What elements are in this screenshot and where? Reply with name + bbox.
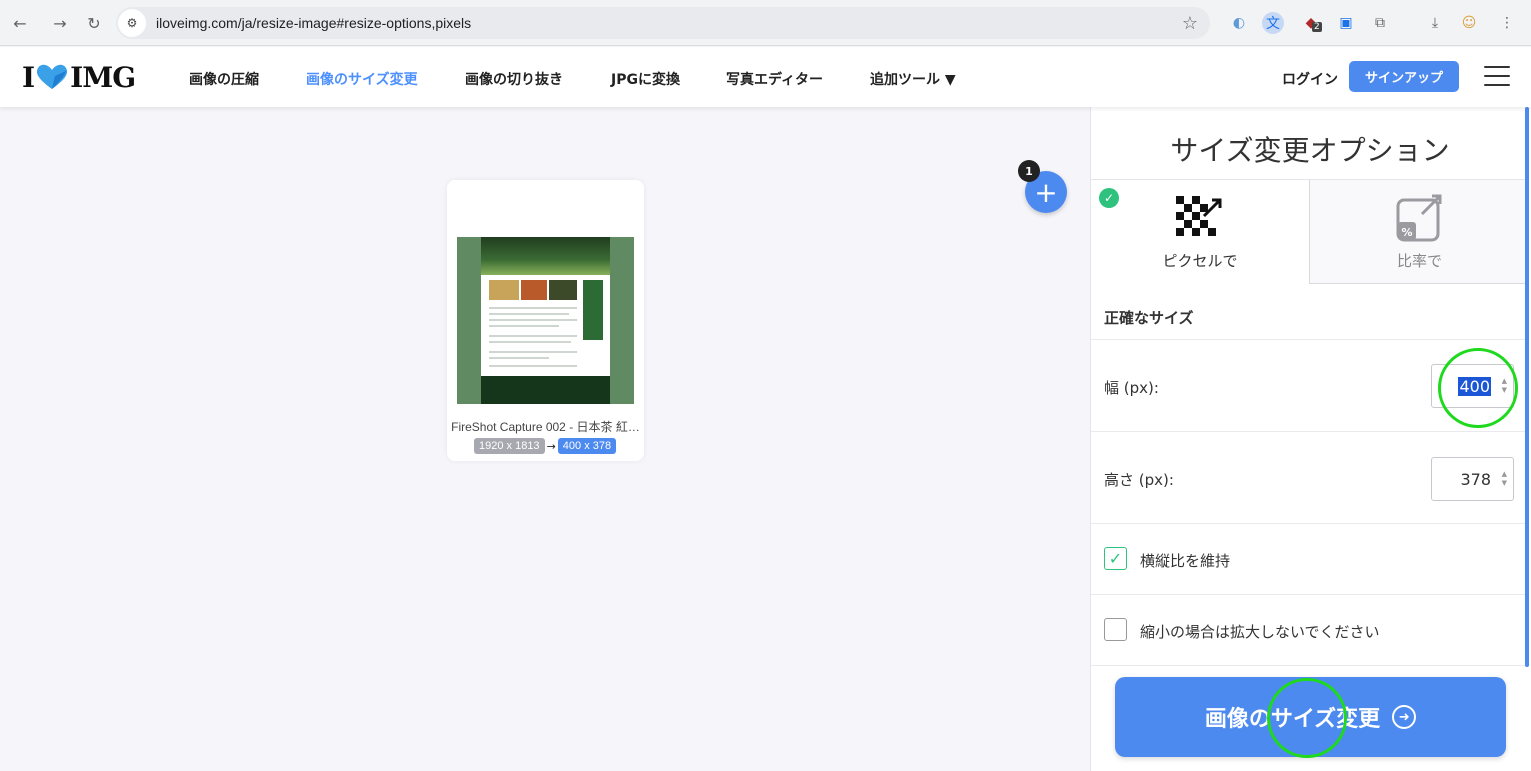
nav-more-tools[interactable]: 追加ツール ▼ bbox=[870, 69, 956, 89]
resize-submit-button[interactable]: 画像のサイズ変更 ➜ bbox=[1115, 677, 1506, 757]
original-size-badge: 1920 x 1813 bbox=[474, 438, 545, 454]
mode-pixels-label: ピクセルで bbox=[1162, 252, 1238, 270]
arrow-circle-right-icon: ➜ bbox=[1392, 705, 1417, 729]
arrow-right-icon: → bbox=[546, 439, 556, 453]
file-name: FireShot Capture 002 - 日本茶 紅… bbox=[451, 420, 640, 434]
nav-compress[interactable]: 画像の圧縮 bbox=[189, 69, 259, 89]
address-bar[interactable]: ⚙ iloveimg.com/ja/resize-image#resize-op… bbox=[116, 7, 1210, 39]
url-text: iloveimg.com/ja/resize-image#resize-opti… bbox=[156, 15, 472, 31]
panel-scrollbar[interactable] bbox=[1525, 107, 1529, 667]
resize-mode-tabs: ✓ ピクセルで % 比率で bbox=[1091, 179, 1529, 284]
file-thumbnail bbox=[457, 237, 634, 404]
keep-ratio-label: 横縦比を維持 bbox=[1140, 552, 1231, 570]
nav-crop[interactable]: 画像の切り抜き bbox=[465, 69, 563, 89]
height-value: 378 bbox=[1460, 469, 1491, 489]
signup-button[interactable]: サインアップ bbox=[1349, 61, 1459, 92]
site-settings-icon[interactable]: ⚙ bbox=[118, 9, 146, 37]
browser-toolbar: ← → ↻ ⚙ iloveimg.com/ja/resize-image#res… bbox=[0, 0, 1531, 46]
resize-submit-label: 画像のサイズ変更 bbox=[1204, 707, 1381, 732]
height-stepper-icon[interactable]: ▲ ▼ bbox=[1502, 470, 1507, 488]
site-logo[interactable]: I IMG bbox=[22, 60, 136, 94]
download-icon[interactable]: ⤓ bbox=[1424, 12, 1446, 34]
forward-icon[interactable]: → bbox=[50, 13, 70, 33]
translate-extension-icon[interactable]: 文 bbox=[1262, 12, 1284, 34]
nav-resize[interactable]: 画像のサイズ変更 bbox=[306, 69, 418, 89]
profile-avatar-icon[interactable]: ☺ bbox=[1458, 12, 1480, 34]
logo-text: IMG bbox=[70, 60, 136, 94]
bookmark-star-icon[interactable]: ☆ bbox=[1182, 13, 1198, 34]
percent-resize-icon: % bbox=[1396, 194, 1441, 242]
extensions-puzzle-icon[interactable]: ⧉ bbox=[1369, 12, 1391, 34]
extension-icon-3[interactable]: ◆ 2 bbox=[1300, 12, 1322, 34]
width-stepper-icon[interactable]: ▲ ▼ bbox=[1502, 377, 1507, 395]
mode-percent-label: 比率で bbox=[1396, 252, 1442, 270]
file-workspace: FireShot Capture 002 - 日本茶 紅… 1920 x 181… bbox=[0, 107, 1090, 771]
mode-pixels-tab[interactable]: ✓ ピクセルで bbox=[1091, 180, 1309, 284]
file-card[interactable]: FireShot Capture 002 - 日本茶 紅… 1920 x 181… bbox=[447, 180, 644, 461]
panel-title: サイズ変更オプション bbox=[1170, 134, 1450, 167]
exact-size-heading: 正確なサイズ bbox=[1091, 283, 1529, 340]
mode-percent-tab[interactable]: % 比率で bbox=[1309, 180, 1529, 284]
site-header: I IMG 画像の圧縮 画像のサイズ変更 画像の切り抜き JPGに変換 写真エデ… bbox=[0, 47, 1531, 107]
height-row: 高さ (px): 378 ▲ ▼ bbox=[1091, 432, 1529, 524]
reload-icon[interactable]: ↻ bbox=[84, 13, 104, 33]
hamburger-menu-icon[interactable] bbox=[1484, 66, 1510, 86]
height-input[interactable]: 378 ▲ ▼ bbox=[1431, 457, 1514, 501]
heart-logo-icon bbox=[37, 64, 68, 89]
selected-check-icon: ✓ bbox=[1099, 188, 1119, 208]
width-input[interactable]: 400 ▲ ▼ bbox=[1431, 364, 1514, 408]
file-count-badge: 1 bbox=[1018, 160, 1040, 182]
logo-letter: I bbox=[22, 60, 35, 94]
no-enlarge-label: 縮小の場合は拡大しないでください bbox=[1140, 623, 1380, 641]
nav-convert-jpg[interactable]: JPGに変換 bbox=[611, 69, 680, 89]
keep-ratio-row: ✓ 横縦比を維持 bbox=[1091, 524, 1529, 595]
section-title: 正確なサイズ bbox=[1104, 309, 1194, 327]
nav-photo-editor[interactable]: 写真エディター bbox=[726, 69, 823, 89]
more-menu-icon[interactable]: ⋮ bbox=[1496, 12, 1518, 34]
percent-glyph: % bbox=[1401, 226, 1412, 239]
new-size-badge: 400 x 378 bbox=[557, 438, 617, 454]
height-label: 高さ (px): bbox=[1104, 471, 1174, 489]
no-enlarge-row: 縮小の場合は拡大しないでください bbox=[1091, 595, 1529, 666]
login-link[interactable]: ログイン bbox=[1282, 69, 1338, 89]
extension-icon-1[interactable]: ◐ bbox=[1228, 12, 1250, 34]
screenshot-extension-icon[interactable]: ▣ bbox=[1335, 12, 1357, 34]
width-label: 幅 (px): bbox=[1104, 379, 1159, 397]
pixel-resize-icon bbox=[1176, 196, 1222, 236]
resize-options-panel: サイズ変更オプション ✓ ピクセルで % 比率で 正確なサイズ 幅 (px): … bbox=[1090, 107, 1531, 771]
width-value: 400 bbox=[1458, 376, 1491, 396]
keep-ratio-checkbox[interactable]: ✓ bbox=[1104, 547, 1127, 570]
no-enlarge-checkbox[interactable] bbox=[1104, 618, 1127, 641]
back-icon[interactable]: ← bbox=[10, 13, 30, 33]
width-row: 幅 (px): 400 ▲ ▼ bbox=[1091, 340, 1529, 432]
size-change-indicator: 1920 x 1813 → 400 x 378 bbox=[474, 438, 617, 454]
extension-badge: 2 bbox=[1312, 22, 1322, 32]
